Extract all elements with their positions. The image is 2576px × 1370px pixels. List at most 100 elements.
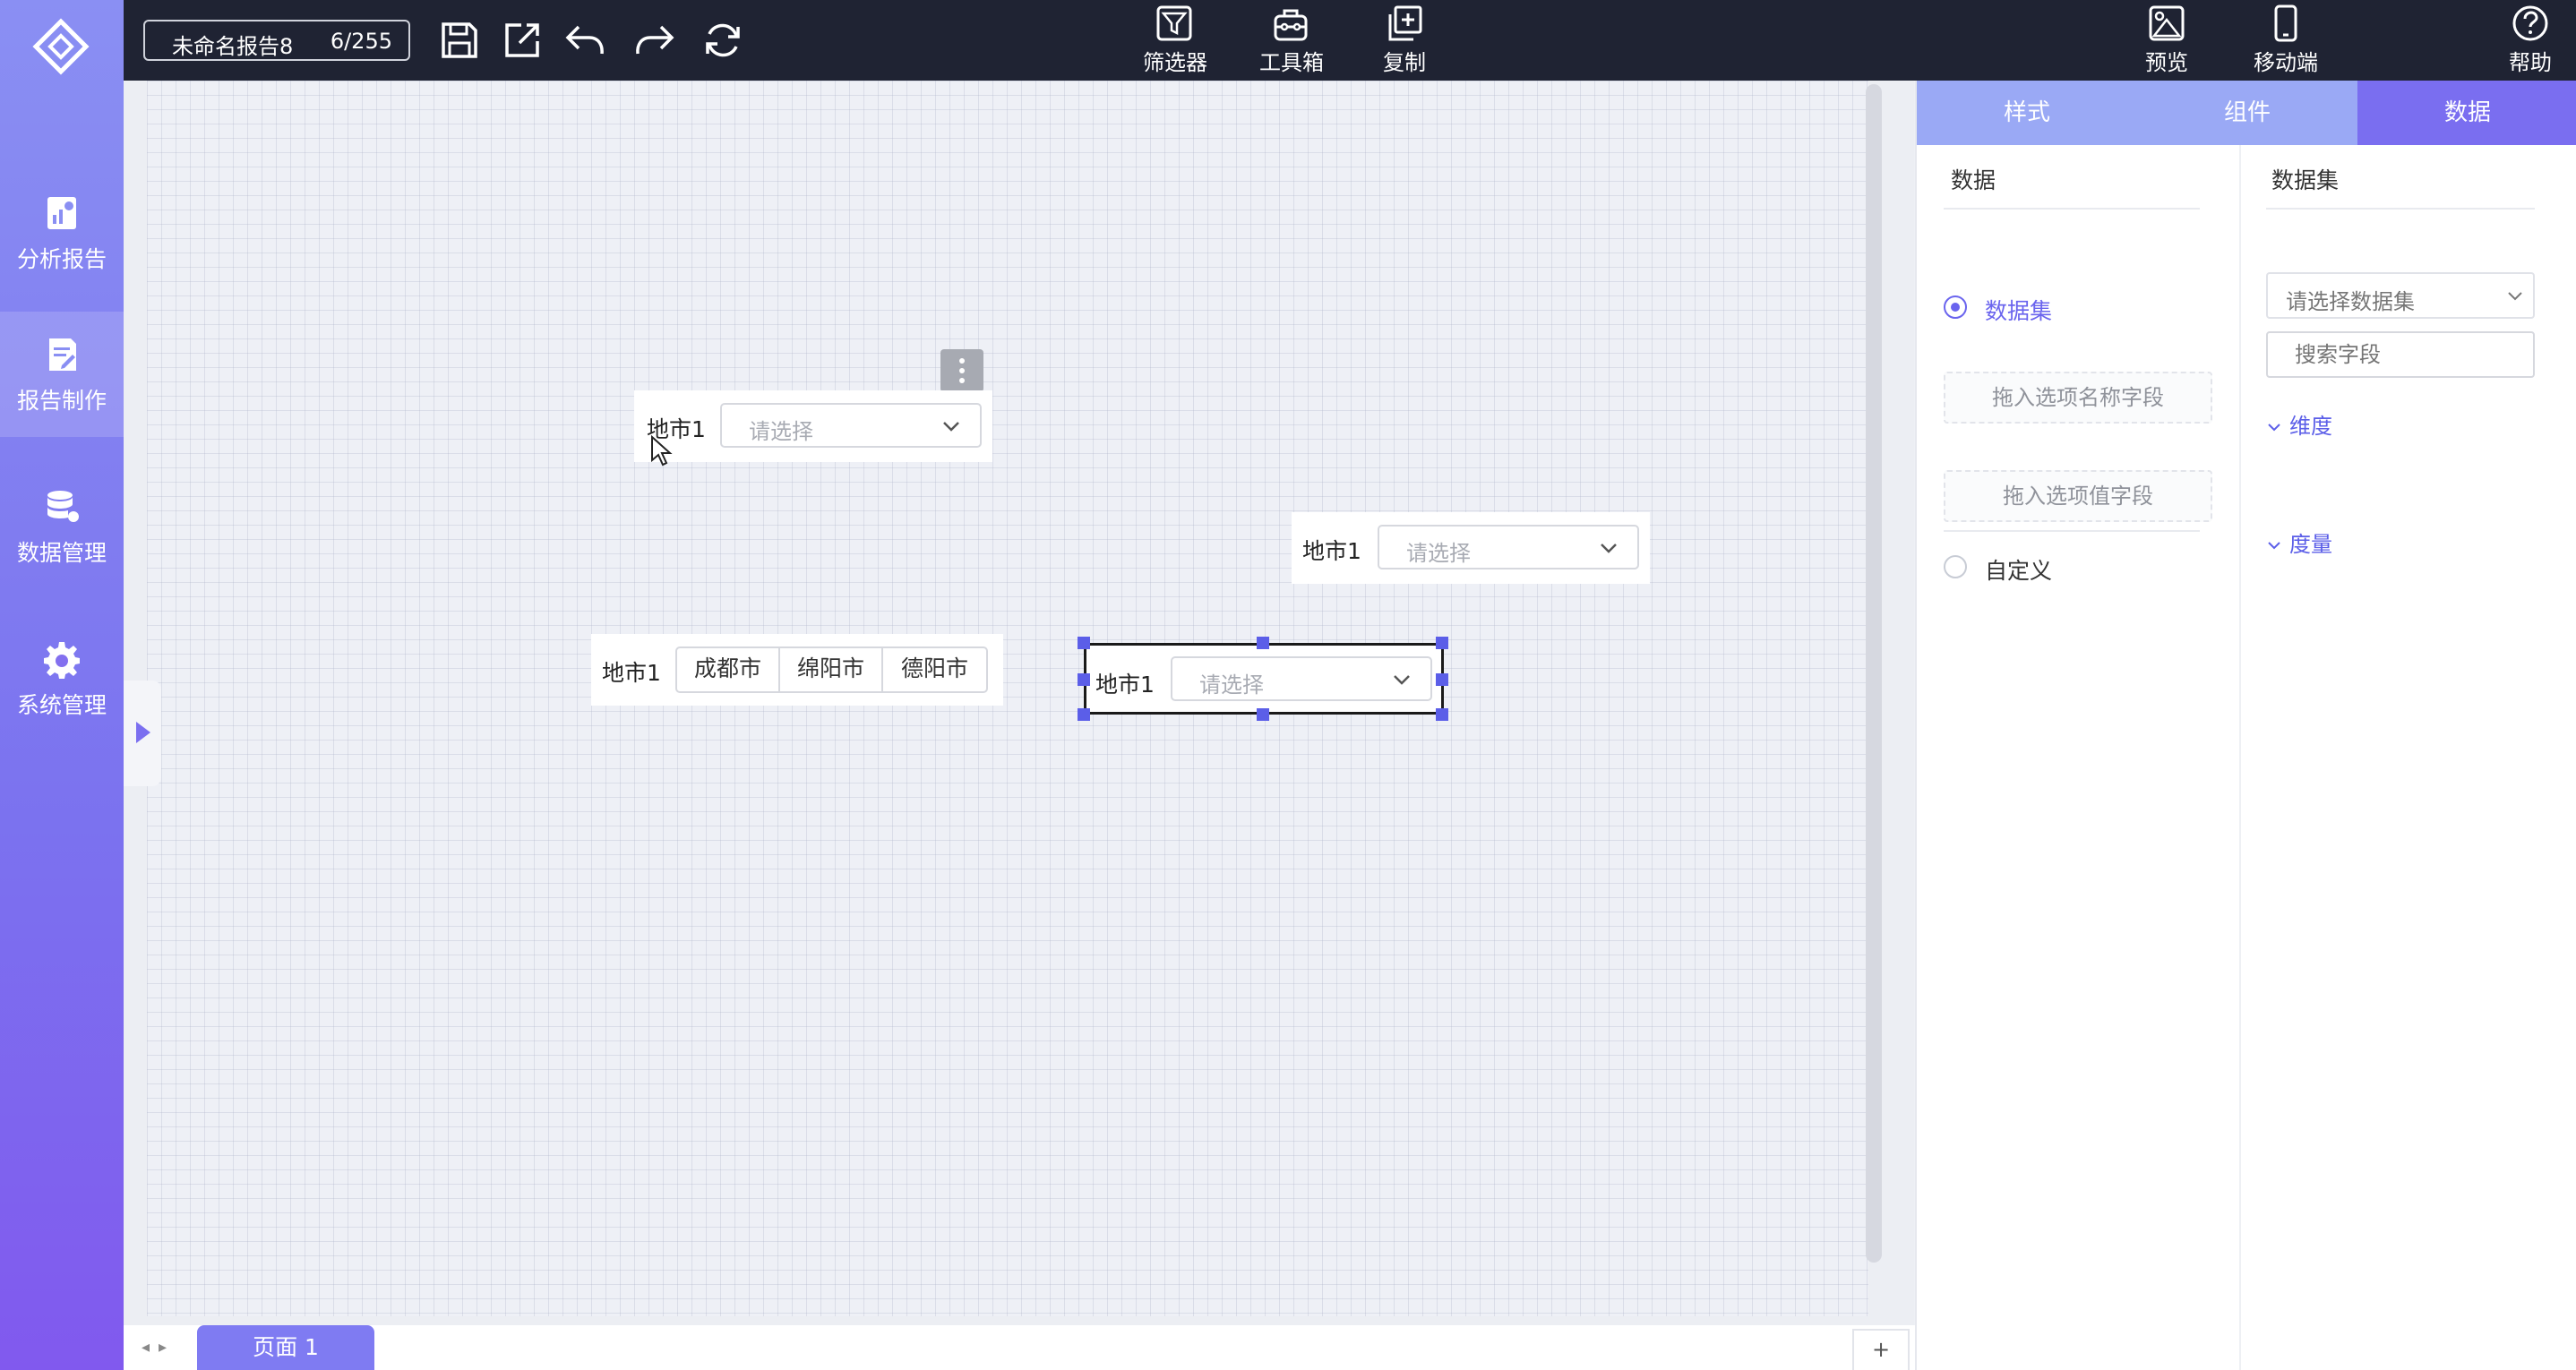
widget-more-menu-button[interactable] xyxy=(940,349,983,392)
page-tab-bar: ◂▸ 页面 1 + xyxy=(124,1325,1915,1370)
panel-tabs: 样式 组件 数据 xyxy=(1917,81,2576,145)
select-placeholder: 请选择 xyxy=(749,419,813,444)
gear-icon xyxy=(44,642,80,679)
filter-widget-dropdown-2[interactable]: 地市1 请选择 xyxy=(1292,512,1650,584)
resize-handle-bottom-left[interactable] xyxy=(1078,708,1090,721)
caret-right-icon xyxy=(136,722,150,743)
resize-handle-bottom[interactable] xyxy=(1257,708,1269,721)
nav-item-analysis-report[interactable]: 分析报告 xyxy=(0,170,124,295)
widget-select[interactable]: 请选择 xyxy=(720,403,982,448)
canvas-vertical-scrollbar[interactable] xyxy=(1866,84,1882,1263)
filter-label: 筛选器 xyxy=(1143,50,1207,75)
divider xyxy=(1944,530,2200,532)
tab-data[interactable]: 数据 xyxy=(2357,81,2576,145)
expand-panel-button[interactable] xyxy=(124,681,161,786)
field-search-input[interactable] xyxy=(2266,331,2535,378)
help-icon xyxy=(2512,5,2548,41)
tab-style[interactable]: 样式 xyxy=(1917,81,2137,145)
chevron-down-icon xyxy=(2268,424,2280,432)
option-mianyang[interactable]: 绵阳市 xyxy=(780,648,883,691)
canvas-area xyxy=(124,81,1914,1325)
option-chengdu[interactable]: 成都市 xyxy=(677,648,780,691)
preview-button[interactable]: 预览 xyxy=(2144,0,2189,81)
radio-dataset[interactable] xyxy=(1944,295,1967,319)
toolbox-icon xyxy=(1274,9,1308,41)
divider xyxy=(1944,208,2200,210)
nav-item-system-management[interactable]: 系统管理 xyxy=(0,616,124,741)
widget-label: 地市1 xyxy=(602,660,661,686)
add-page-button[interactable]: + xyxy=(1852,1329,1910,1370)
image-preview-icon xyxy=(2149,5,2185,41)
chevron-down-icon xyxy=(2508,292,2522,301)
dropzone-option-name-field[interactable]: 拖入选项名称字段 xyxy=(1944,372,2212,424)
logo-icon xyxy=(32,18,90,75)
option-deyang[interactable]: 德阳市 xyxy=(883,648,986,691)
dimension-label: 维度 xyxy=(2289,414,2332,439)
toolbox-label: 工具箱 xyxy=(1259,50,1324,75)
tree-node-dimension[interactable]: 维度 xyxy=(2266,408,2332,440)
tab-component[interactable]: 组件 xyxy=(2137,81,2357,145)
resize-handle-top-left[interactable] xyxy=(1078,637,1090,649)
help-label: 帮助 xyxy=(2509,50,2552,75)
divider xyxy=(2266,208,2535,210)
dataset-column: 数据集 请选择数据集 维度 度量 xyxy=(2266,145,2576,1370)
preview-label: 预览 xyxy=(2145,50,2188,75)
dataset-select[interactable]: 请选择数据集 xyxy=(2266,272,2535,319)
save-icon[interactable] xyxy=(437,18,482,63)
resize-handle-right[interactable] xyxy=(1436,673,1448,686)
dataset-select-placeholder: 请选择数据集 xyxy=(2286,289,2415,314)
select-placeholder: 请选择 xyxy=(1199,672,1264,698)
copy-add-icon xyxy=(1388,5,1422,41)
page-scroll-arrows[interactable]: ◂▸ xyxy=(142,1338,176,1357)
chevron-down-icon xyxy=(1601,544,1617,553)
widget-select[interactable]: 请选择 xyxy=(1378,525,1639,569)
refresh-icon[interactable] xyxy=(700,18,745,63)
filter-widget-dropdown-1[interactable]: 地市1 请选择 xyxy=(634,390,992,462)
tree-node-measure[interactable]: 度量 xyxy=(2266,527,2332,558)
top-toolbar: 未命名报告8 6/255 筛选器 工具箱 复制 预览 移动端 帮助 xyxy=(124,0,2576,81)
export-icon[interactable] xyxy=(500,18,545,63)
mobile-label: 移动端 xyxy=(2254,50,2318,75)
redo-icon[interactable] xyxy=(632,18,677,63)
nav-item-report-making[interactable]: 报告制作 xyxy=(0,312,124,437)
nav-item-data-management[interactable]: 数据管理 xyxy=(0,464,124,589)
widget-label: 地市1 xyxy=(1302,538,1361,564)
filter-button[interactable]: 筛选器 xyxy=(1143,0,1207,81)
resize-handle-bottom-right[interactable] xyxy=(1436,708,1448,721)
filter-icon xyxy=(1156,5,1192,41)
radio-custom[interactable] xyxy=(1944,555,1967,578)
widget-select[interactable]: 请选择 xyxy=(1171,656,1432,701)
properties-panel: 样式 组件 数据 数据 数据集 拖入选项名称字段 拖入选项值字段 自定义 数据集… xyxy=(1915,81,2576,1370)
data-source-column: 数据 数据集 拖入选项名称字段 拖入选项值字段 自定义 xyxy=(1944,145,2275,1370)
dropzone-option-value-field[interactable]: 拖入选项值字段 xyxy=(1944,470,2212,522)
widget-label: 地市1 xyxy=(1095,672,1155,698)
report-name: 未命名报告8 xyxy=(172,34,294,59)
nav-label: 报告制作 xyxy=(16,388,107,414)
nav-label: 系统管理 xyxy=(16,692,107,718)
filter-widget-dropdown-selected[interactable]: 地市1 请选择 xyxy=(1084,643,1444,715)
mobile-button[interactable]: 移动端 xyxy=(2253,0,2319,81)
mobile-icon xyxy=(2274,4,2297,42)
design-canvas[interactable] xyxy=(147,81,1868,1316)
help-button[interactable]: 帮助 xyxy=(2508,0,2553,81)
database-icon xyxy=(47,491,79,522)
resize-handle-top-right[interactable] xyxy=(1436,637,1448,649)
nav-label: 数据管理 xyxy=(16,540,107,566)
measure-label: 度量 xyxy=(2289,532,2332,557)
report-name-field[interactable]: 未命名报告8 6/255 xyxy=(143,20,410,61)
radio-custom-label: 自定义 xyxy=(1985,558,2053,584)
dataset-section-title: 数据集 xyxy=(2271,167,2340,193)
undo-icon[interactable] xyxy=(562,18,607,63)
chevron-down-icon xyxy=(1394,675,1410,685)
resize-handle-top[interactable] xyxy=(1257,637,1269,649)
chart-report-icon xyxy=(47,197,76,229)
report-name-count: 6/255 xyxy=(330,29,392,54)
resize-handle-left[interactable] xyxy=(1078,673,1090,686)
city-button-group: 成都市 绵阳市 德阳市 xyxy=(675,646,988,693)
nav-label: 分析报告 xyxy=(16,246,107,272)
copy-button[interactable]: 复制 xyxy=(1382,0,1427,81)
page-tab-1[interactable]: 页面 1 xyxy=(197,1325,374,1370)
mouse-cursor-icon xyxy=(651,435,673,467)
radio-dataset-label: 数据集 xyxy=(1985,298,2053,324)
toolbox-button[interactable]: 工具箱 xyxy=(1259,0,1324,81)
